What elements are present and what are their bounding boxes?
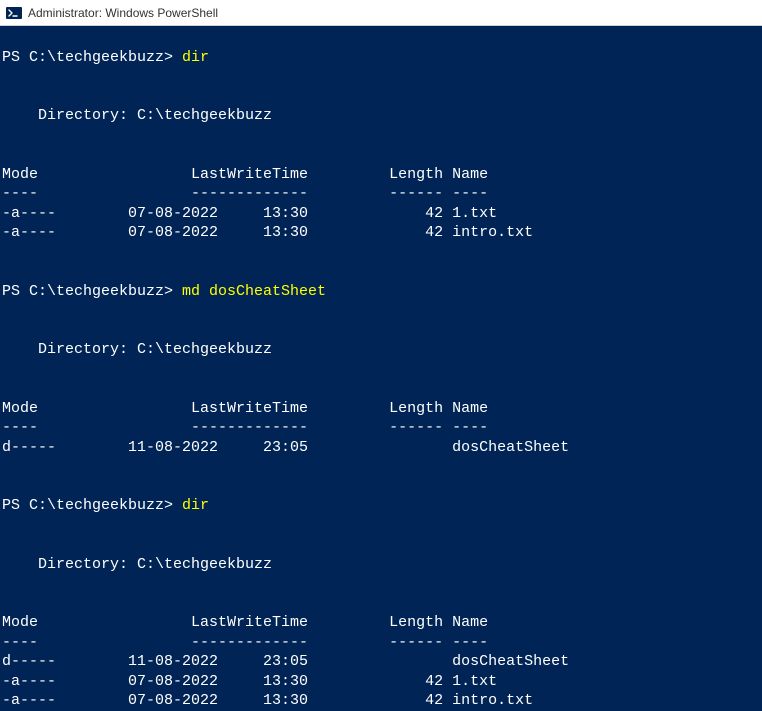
table-row: d----- 11-08-2022 23:05 dosCheatSheet [2,439,569,456]
command-text: md dosCheatSheet [182,283,326,300]
terminal-output[interactable]: PS C:\techgeekbuzz> dir Directory: C:\te… [0,26,762,711]
prompt: PS C:\techgeekbuzz> [2,49,182,66]
window-titlebar[interactable]: Administrator: Windows PowerShell [0,0,762,26]
prompt: PS C:\techgeekbuzz> [2,497,182,514]
command-text: dir [182,49,209,66]
table-row: -a---- 07-08-2022 13:30 42 1.txt [2,673,497,690]
list-separator: ---- ------------- ------ ---- [2,185,488,202]
list-header: Mode LastWriteTime Length Name [2,614,488,631]
command-text: dir [182,497,209,514]
table-row: d----- 11-08-2022 23:05 dosCheatSheet [2,653,569,670]
list-header: Mode LastWriteTime Length Name [2,400,488,417]
prompt: PS C:\techgeekbuzz> [2,283,182,300]
list-separator: ---- ------------- ------ ---- [2,634,488,651]
directory-label: Directory: C:\techgeekbuzz [2,341,272,358]
window-title: Administrator: Windows PowerShell [28,6,218,20]
directory-label: Directory: C:\techgeekbuzz [2,107,272,124]
powershell-icon [6,5,22,21]
table-row: -a---- 07-08-2022 13:30 42 1.txt [2,205,497,222]
table-row: -a---- 07-08-2022 13:30 42 intro.txt [2,224,533,241]
directory-label: Directory: C:\techgeekbuzz [2,556,272,573]
list-header: Mode LastWriteTime Length Name [2,166,488,183]
list-separator: ---- ------------- ------ ---- [2,419,488,436]
table-row: -a---- 07-08-2022 13:30 42 intro.txt [2,692,533,709]
